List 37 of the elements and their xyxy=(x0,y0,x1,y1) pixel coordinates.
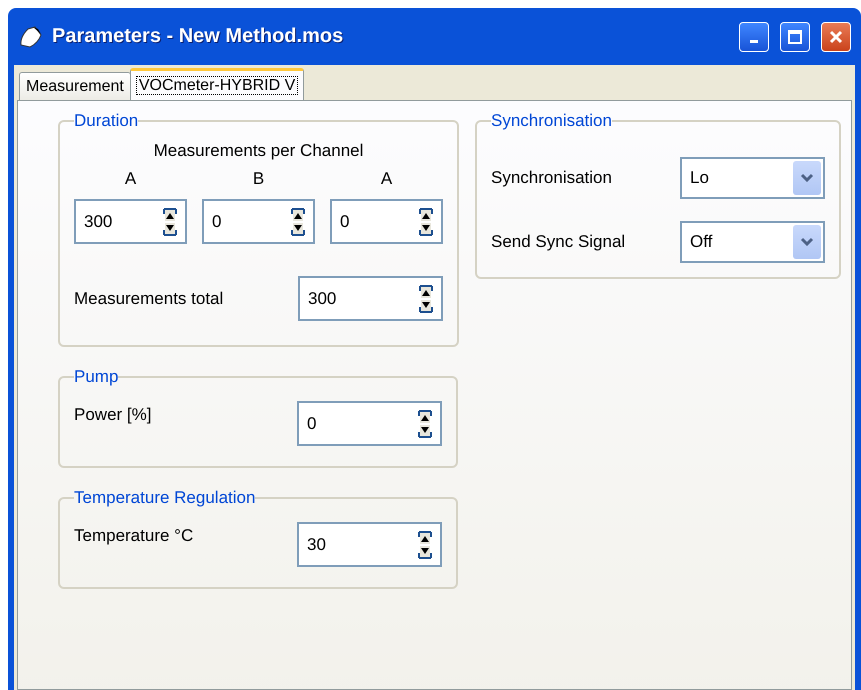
tab[interactable]: Measurement xyxy=(19,72,131,100)
field-label: Power [%] xyxy=(74,404,152,425)
spin-field[interactable]: 300 xyxy=(74,199,187,244)
app-icon xyxy=(18,24,44,48)
window-title: Parameters - New Method.mos xyxy=(52,25,344,48)
field-label: Send Sync Signal xyxy=(491,232,626,252)
field-label: Synchronisation xyxy=(491,168,612,188)
maximize-button[interactable] xyxy=(780,22,810,52)
maximize-icon xyxy=(787,28,803,44)
close-icon xyxy=(828,28,844,44)
channel-label: A xyxy=(124,169,138,189)
spin-arrows-icon[interactable] xyxy=(416,408,434,438)
spin-arrows-icon[interactable] xyxy=(417,206,435,236)
group-title: Pump xyxy=(74,367,118,387)
channel-heading: Measurements per Channel xyxy=(152,140,364,162)
minimize-button[interactable] xyxy=(739,22,769,52)
minimize-icon xyxy=(750,40,758,43)
group-title: Temperature Regulation xyxy=(74,488,256,508)
spin-field[interactable]: 0 xyxy=(202,199,315,244)
dropdown[interactable]: Off xyxy=(680,221,825,263)
spin-arrows-icon[interactable] xyxy=(416,530,434,560)
spin-field[interactable]: 30 xyxy=(297,522,442,567)
dropdown[interactable]: Lo xyxy=(680,157,825,199)
spin-arrows-icon[interactable] xyxy=(417,284,435,314)
field-label: Measurements total xyxy=(74,288,224,308)
tab[interactable]: VOCmeter-HYBRID V xyxy=(130,68,304,100)
spin-arrows-icon[interactable] xyxy=(289,206,307,236)
close-button[interactable] xyxy=(821,22,851,52)
spin-field[interactable]: 300 xyxy=(298,276,443,321)
group-title: Synchronisation xyxy=(491,111,612,131)
spin-field[interactable]: 0 xyxy=(297,401,442,446)
field-label: Temperature °C xyxy=(74,525,194,546)
spin-arrows-icon[interactable] xyxy=(161,206,179,236)
channel-label: A xyxy=(380,169,394,189)
group-title: Duration xyxy=(74,111,138,131)
spin-field[interactable]: 0 xyxy=(330,199,443,244)
channel-label: B xyxy=(252,169,266,189)
